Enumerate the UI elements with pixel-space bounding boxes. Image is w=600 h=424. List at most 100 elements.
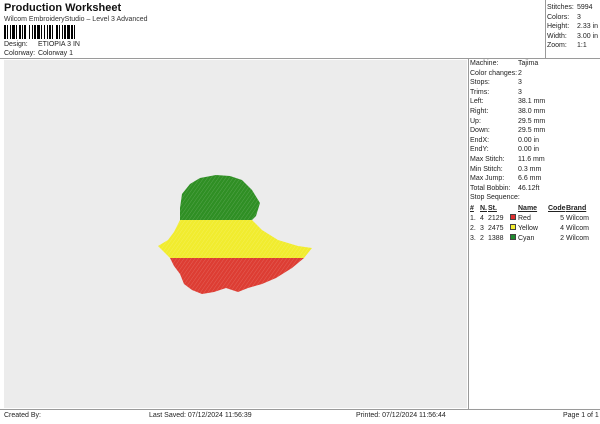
machine-panel: Machine: Tajima Color changes: 2 Stops: 3 Trim…	[470, 59, 598, 244]
machine-stat-label: Max Stitch:	[470, 155, 505, 163]
machine-stat-label: Machine:	[470, 60, 499, 67]
machine-stat-row: Up: 29.5 mm	[470, 117, 598, 127]
header-st: St.	[488, 204, 497, 212]
top-stat-value: 3.00 in	[577, 32, 599, 40]
machine-stat-value: 6.6 mm	[518, 175, 542, 183]
colorway-row: Colorway: Colorway 1	[4, 50, 73, 57]
machine-stat-value: 0.00 in	[518, 136, 540, 144]
machine-stat-label: EndX:	[470, 136, 490, 144]
colorway-label: Colorway:	[4, 50, 36, 57]
stop-color-name: Cyan	[518, 234, 535, 242]
stop-brand: Wilcom	[566, 224, 589, 232]
machine-stat-label: Left:	[470, 98, 484, 106]
stop-sequence-header: # N. St. Name Code Brand	[470, 204, 598, 214]
machine-stat-row: Color changes: 2	[470, 69, 598, 79]
stop-num: 3.	[470, 234, 476, 242]
stop-code: 5	[560, 214, 564, 222]
stop-n: 3	[480, 224, 484, 232]
top-stat-label: Width:	[547, 32, 567, 40]
design-label: Design:	[4, 41, 28, 48]
header-n: N.	[480, 204, 487, 212]
machine-stat-row: Stops: 3	[470, 78, 598, 88]
machine-stat-value: 11.6 mm	[518, 155, 545, 163]
machine-stat-label: Color changes:	[470, 69, 518, 77]
top-stat-value: 1:1	[577, 42, 587, 50]
stop-sequence-rows: 1. 4 2129 Red 5 Wilcom 2. 3 2475 Yellow 4 Wilcom 3. 2…	[470, 213, 598, 244]
header-swatch	[510, 204, 518, 214]
machine-stat-row: Right: 38.0 mm	[470, 107, 598, 117]
stop-color-name: Yellow	[518, 224, 538, 232]
last-saved: Last Saved: 07/12/2024 11:56:39	[149, 412, 252, 419]
stop-num: 1.	[470, 214, 476, 222]
divider	[468, 58, 469, 409]
machine-stat-label: Right:	[470, 107, 489, 115]
page-title: Production Worksheet	[4, 2, 122, 14]
stop-brand: Wilcom	[566, 234, 589, 242]
stop-n: 2	[480, 234, 484, 242]
color-swatch	[510, 233, 516, 240]
header-name: Name	[518, 204, 538, 212]
machine-stat-value: 3	[518, 88, 522, 96]
machine-stat-value: Tajima	[518, 60, 539, 67]
design-value: ETIOPIA 3 IN	[37, 41, 80, 48]
machine-stat-label: Down:	[470, 127, 490, 135]
machine-stat-row: Machine: Tajima	[470, 59, 598, 69]
top-stat-row: Stitches: 5994	[547, 3, 600, 13]
machine-stat-row: Down: 29.5 mm	[470, 126, 598, 136]
top-stat-label: Zoom:	[547, 42, 567, 50]
stop-color-name: Red	[518, 214, 531, 222]
machine-stat-row: Max Stitch: 11.6 mm	[470, 155, 598, 165]
stop-stitches: 2475	[488, 224, 504, 232]
top-stat-label: Stitches:	[547, 4, 574, 11]
design-preview	[4, 60, 467, 408]
printed-date: Printed: 07/12/2024 11:56:44	[356, 412, 446, 419]
top-stat-row: Zoom: 1:1	[547, 41, 600, 51]
machine-stat-row: Total Bobbin: 46.12ft	[470, 184, 598, 194]
ethiopia-flag-map	[158, 175, 312, 294]
barcode	[4, 25, 105, 39]
machine-stat-value: 0.00 in	[518, 146, 540, 154]
divider	[0, 409, 600, 410]
top-stat-value: 5994	[577, 4, 593, 11]
color-swatch	[510, 223, 516, 230]
top-stat-value: 3	[577, 13, 581, 21]
machine-stat-value: 38.0 mm	[518, 107, 546, 115]
machine-stat-value: 29.5 mm	[518, 127, 546, 135]
top-stat-row: Colors: 3	[547, 13, 600, 23]
stop-stitches: 2129	[488, 214, 504, 222]
header-brand: Brand	[566, 204, 587, 212]
machine-stat-label: Up:	[470, 117, 481, 125]
machine-stat-label: Max Jump:	[470, 175, 505, 183]
header-num: #	[470, 204, 474, 212]
machine-stat-label: Min Stitch:	[470, 165, 503, 173]
machine-stats: Machine: Tajima Color changes: 2 Stops: 3 Trim…	[470, 59, 598, 193]
top-stats: Stitches: 5994 Colors: 3 Height: 2.33 in Width…	[547, 3, 600, 51]
machine-stat-label: Total Bobbin:	[470, 184, 511, 192]
top-stat-value: 2.33 in	[577, 23, 599, 31]
machine-stat-row: Max Jump: 6.6 mm	[470, 174, 598, 184]
header-code: Code	[548, 204, 566, 212]
top-stat-row: Height: 2.33 in	[547, 22, 600, 32]
stop-code: 2	[560, 234, 564, 242]
machine-stat-row: Trims: 3	[470, 88, 598, 98]
machine-stat-label: Stops:	[470, 79, 490, 87]
machine-stat-value: 0.3 mm	[518, 165, 542, 173]
stop-sequence-title: Stop Sequence:	[470, 194, 520, 202]
machine-stat-value: 46.12ft	[518, 184, 540, 192]
top-stat-label: Colors:	[547, 13, 570, 21]
color-swatch	[510, 213, 516, 220]
stop-brand: Wilcom	[566, 214, 589, 222]
divider	[545, 0, 546, 59]
machine-stat-value: 38.1 mm	[518, 98, 546, 106]
stop-row: 3. 2 1388 Cyan 2 Wilcom	[470, 233, 598, 244]
machine-stat-row: Left: 38.1 mm	[470, 97, 598, 107]
machine-stat-value: 3	[518, 79, 522, 87]
machine-stat-row: EndY: 0.00 in	[470, 145, 598, 155]
machine-stat-row: EndX: 0.00 in	[470, 136, 598, 146]
top-stat-row: Width: 3.00 in	[547, 32, 600, 42]
worksheet: Production Worksheet Wilcom EmbroiderySt…	[0, 0, 600, 424]
machine-stat-label: Trims:	[470, 88, 490, 96]
stop-num: 2.	[470, 224, 476, 232]
top-stat-label: Height:	[547, 23, 570, 31]
software-subtitle: Wilcom EmbroideryStudio – Level 3 Advanc…	[4, 16, 148, 23]
